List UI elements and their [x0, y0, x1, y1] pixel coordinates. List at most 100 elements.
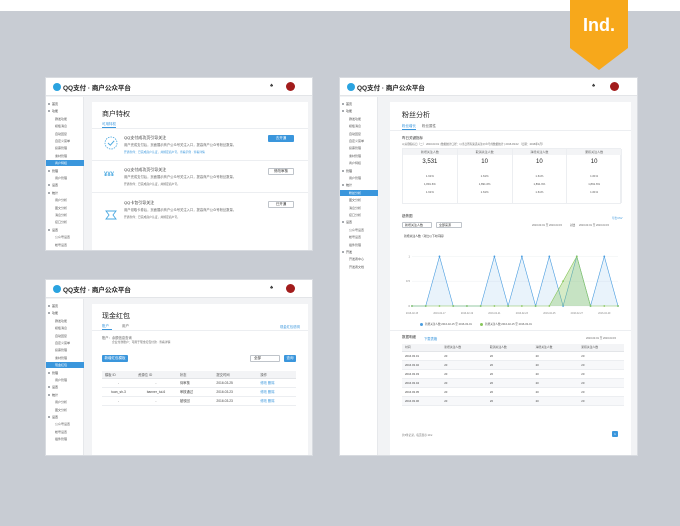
sidebar-item[interactable]: 用户管理 [46, 175, 84, 181]
sidebar-item[interactable]: 图文分析 [46, 407, 84, 413]
sidebar-item[interactable]: 插件管理 [46, 249, 84, 250]
sidebar-item[interactable]: 自动回复 [46, 333, 84, 339]
col-cancel[interactable]: 取消关注人数 [486, 344, 533, 352]
sidebar-group[interactable]: 首页 [46, 101, 84, 107]
sidebar-item[interactable]: 插件管理 [340, 242, 378, 248]
sidebar-item[interactable]: 图文分析 [46, 205, 84, 211]
sidebar-group[interactable]: 首页 [46, 303, 84, 309]
sidebar-group[interactable]: 首页 [340, 101, 378, 107]
page-button[interactable]: 1 [612, 431, 618, 437]
table-cell: 20 [578, 396, 624, 406]
edit-link[interactable]: 修改 [260, 399, 267, 403]
section-key-metrics: 昨日关键指标 [402, 136, 423, 140]
sidebar-item[interactable]: 投票管理 [46, 347, 84, 353]
create-template-button[interactable]: 新增红包模板 [102, 355, 128, 362]
edit-link[interactable]: 修改 [260, 381, 267, 385]
sidebar-item[interactable]: 现金红包 [46, 362, 84, 369]
sidebar-item[interactable]: 用户分析 [46, 197, 84, 203]
date-range[interactable]: 2016.03.01 至 2016.03.15 [532, 223, 562, 227]
activate-button[interactable]: 去开通 [268, 135, 294, 142]
sidebar-item[interactable]: 接口分析 [46, 219, 84, 225]
data-point [507, 305, 510, 307]
sidebar-item[interactable]: 用户管理 [340, 175, 378, 181]
pagination-info[interactable]: 共5条记录，每页显示 10 ▾ [402, 433, 432, 437]
sidebar-item[interactable]: 自动回复 [46, 131, 84, 137]
sidebar-item[interactable]: 群发功能 [46, 318, 84, 324]
tab-user[interactable]: 用户 [122, 324, 129, 329]
sidebar-item[interactable]: 公众号设置 [340, 227, 378, 233]
sidebar-item[interactable]: 商户特权 [46, 160, 84, 167]
col-new[interactable]: 新增关注人数 [441, 344, 487, 352]
sidebar-item[interactable]: 素材管理 [340, 153, 378, 159]
sidebar-item[interactable]: 投票管理 [340, 145, 378, 151]
table-cell: 2016.03.01 [402, 351, 442, 361]
source-select[interactable]: 全部来源 [436, 222, 462, 228]
download-table-link[interactable]: 下载表格 [424, 336, 437, 341]
tab-attributes[interactable]: 粉丝属性 [422, 124, 436, 129]
x-tick-label: 2016-02-17 [433, 312, 446, 315]
sidebar-item[interactable]: 接口分析 [340, 212, 378, 218]
sidebar-item[interactable]: 自定义菜单 [46, 340, 84, 346]
compare-toggle[interactable]: 对比 [570, 223, 575, 227]
col-net[interactable]: 净增关注人数 [532, 344, 579, 352]
export-csv-link[interactable]: 导出CSV [612, 216, 623, 220]
metric-value: 10 [481, 159, 488, 165]
delete-link[interactable]: 删除 [268, 390, 275, 394]
sidebar-item[interactable]: 开发者中心 [340, 256, 378, 262]
bell-icon[interactable]: ♠ [592, 83, 595, 89]
sidebar-item[interactable]: 自定义菜单 [340, 138, 378, 144]
sidebar-item[interactable]: 图文分析 [340, 197, 378, 203]
avatar[interactable] [286, 284, 295, 293]
avatar[interactable] [610, 82, 619, 91]
redpacket-help-link[interactable]: 现金红包说明 [280, 324, 300, 329]
brand-title: QQ支付 · 商户公众平台 [357, 85, 425, 92]
sidebar-group: 功能 [46, 108, 84, 114]
sidebar-item[interactable]: 素材管理 [46, 355, 84, 361]
sidebar-item[interactable]: 模板消息 [46, 123, 84, 129]
status-select[interactable]: 全部 [250, 355, 280, 362]
sidebar-item[interactable]: 插件管理 [46, 436, 84, 442]
sidebar-item[interactable]: 消息分析 [340, 205, 378, 211]
bell-icon[interactable]: ♠ [270, 83, 273, 89]
sidebar-item[interactable]: 模板消息 [46, 325, 84, 331]
feature-desc: 用户领取卡券后，页面展示商户公众号关注入口，提高商户公众号粉丝数量。 [124, 208, 237, 212]
sidebar-item[interactable]: 消息分析 [46, 212, 84, 218]
sidebar-item[interactable]: 开发者文档 [340, 264, 378, 270]
metric-select[interactable]: 新增关注人数 [402, 222, 432, 228]
sidebar-item[interactable]: 自动回复 [340, 131, 378, 137]
sidebar-item[interactable]: 模板消息 [340, 123, 378, 129]
sidebar-item[interactable]: 商户特权 [340, 160, 378, 166]
delete-link[interactable]: 删除 [268, 399, 275, 403]
sidebar-item[interactable]: 群发功能 [46, 116, 84, 122]
feature-name: QQ卡包引导关注 [124, 200, 155, 205]
sidebar-item[interactable]: 素材管理 [46, 153, 84, 159]
sidebar-item[interactable]: 帐号设置 [46, 242, 84, 248]
metric-rate: 1,891.6% [533, 182, 546, 186]
table-date-range[interactable]: 2016.03.01 至 2016.03.15 [586, 336, 616, 340]
sidebar-item[interactable]: 自定义菜单 [46, 138, 84, 144]
search-button[interactable]: 查询 [284, 355, 296, 362]
sidebar-item[interactable]: 投票管理 [46, 145, 84, 151]
avatar[interactable] [286, 82, 295, 91]
sidebar-item[interactable]: 帐号设置 [340, 234, 378, 240]
feature-cond[interactable]: 开通条件：已完成商户认证，并绑定商户号。查看示例 · 查看详情 [124, 150, 205, 154]
metric-label: 累积关注人数 [567, 149, 621, 155]
sidebar-item[interactable]: 粉丝分析 [340, 189, 378, 196]
bell-icon[interactable]: ♠ [270, 285, 273, 291]
activated-button[interactable]: 已开通 [268, 201, 294, 208]
modify-review-button[interactable]: 修改审核 [268, 168, 294, 175]
sidebar-group: 设置 [46, 414, 84, 420]
delete-link[interactable]: 删除 [268, 381, 275, 385]
sidebar-item[interactable]: 用户管理 [46, 377, 84, 383]
feature-desc: 用户完成支付后，页面展示商户公众号关注入口，提高商户公众号粉丝数量。 [124, 143, 237, 147]
sidebar-item[interactable]: 公众号设置 [46, 421, 84, 427]
cell-time: 2016.03.23 [213, 387, 258, 397]
sidebar-item[interactable]: 用户分析 [46, 399, 84, 405]
sidebar-item[interactable]: 公众号设置 [46, 234, 84, 240]
sidebar-item[interactable]: 群发功能 [340, 116, 378, 122]
edit-link[interactable]: 修改 [260, 390, 267, 394]
sidebar-item[interactable]: 帐号设置 [46, 429, 84, 435]
compare-date-range[interactable]: 2016.03.01 至 2016.03.15 [579, 223, 609, 227]
sidebar-group: 统计 [340, 182, 378, 188]
col-total[interactable]: 累积关注人数 [578, 344, 624, 352]
